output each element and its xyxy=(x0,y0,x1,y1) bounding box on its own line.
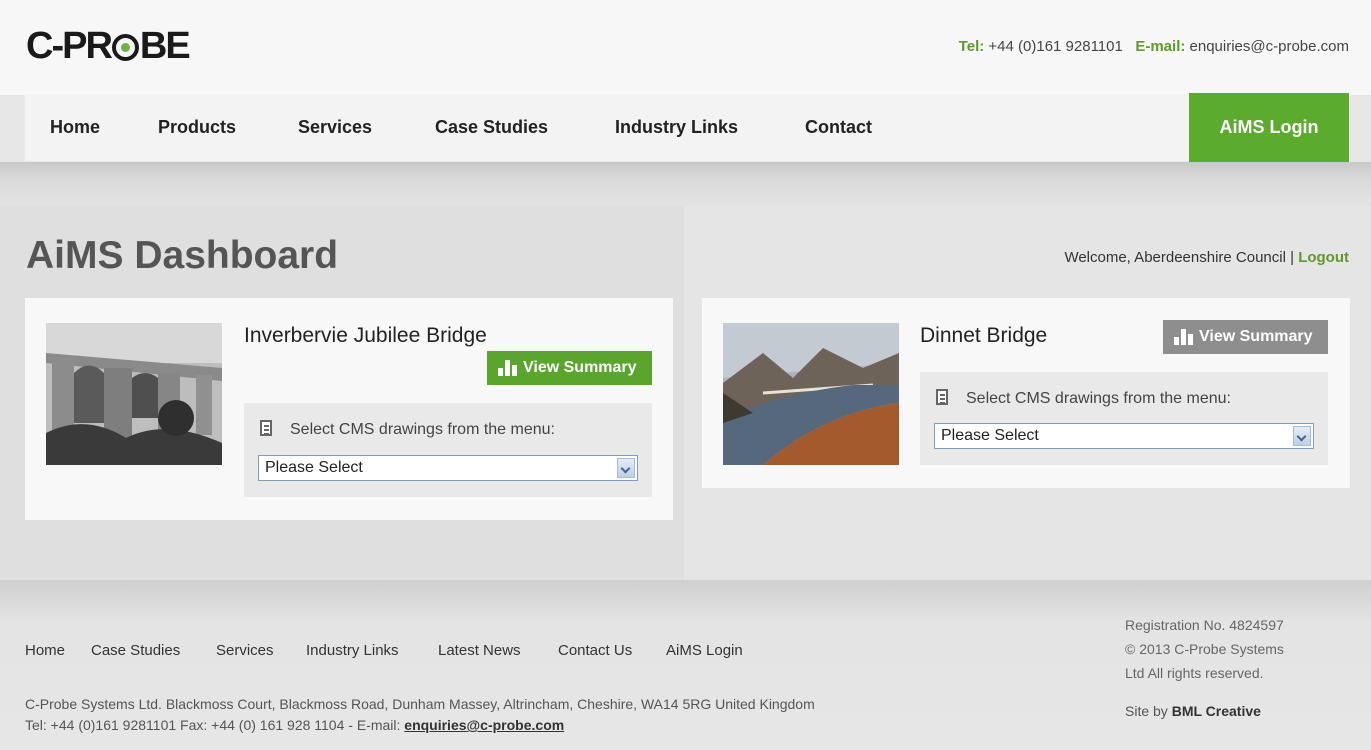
view-summary-button[interactable]: View Summary xyxy=(487,351,652,385)
site-by-name[interactable]: BML Creative xyxy=(1172,703,1261,719)
footer-link-industry-links[interactable]: Industry Links xyxy=(306,642,399,659)
tel-label: Tel: xyxy=(958,38,985,55)
nav-home[interactable]: Home xyxy=(50,94,100,161)
view-summary-label: View Summary xyxy=(1199,328,1313,345)
view-summary-button[interactable]: View Summary xyxy=(1163,320,1328,354)
tel-value: +44 (0)161 9281101 xyxy=(988,38,1123,55)
nav-case-studies[interactable]: Case Studies xyxy=(435,94,548,161)
view-summary-label: View Summary xyxy=(523,359,637,376)
rights-line: Ltd All rights reserved. xyxy=(1125,665,1264,681)
bridge-name: Dinnet Bridge xyxy=(920,324,1048,347)
cms-select-label: Select CMS drawings from the menu: xyxy=(966,390,1231,407)
aims-login-button[interactable]: AiMS Login xyxy=(1189,93,1349,162)
select-value: Please Select xyxy=(265,459,363,476)
cms-select-panel xyxy=(920,372,1328,465)
footer-link-latest-news[interactable]: Latest News xyxy=(438,642,521,659)
cms-select-panel xyxy=(244,403,652,497)
c-probe-logo[interactable]: C-PR BE xyxy=(26,24,191,68)
footer-email-link[interactable]: enquiries@c-probe.com xyxy=(404,717,564,733)
footer-tel-line: Tel: +44 (0)161 9281101 Fax: +44 (0) 161… xyxy=(25,717,564,733)
cms-drawings-select[interactable]: Please Select xyxy=(258,455,638,481)
cms-drawings-select[interactable]: Please Select xyxy=(934,423,1314,449)
document-icon xyxy=(260,420,272,436)
chevron-down-icon[interactable] xyxy=(617,458,635,478)
select-value: Please Select xyxy=(941,427,1039,444)
document-icon xyxy=(936,389,948,405)
footer-link-services[interactable]: Services xyxy=(216,642,274,659)
bridge-photo-dinnet xyxy=(723,323,899,465)
cms-select-label: Select CMS drawings from the menu: xyxy=(290,421,555,438)
copyright-line: © 2013 C-Probe Systems xyxy=(1125,641,1284,657)
site-by: Site by BML Creative xyxy=(1125,703,1261,719)
nav-services[interactable]: Services xyxy=(298,94,372,161)
footer-link-contact-us[interactable]: Contact Us xyxy=(558,642,632,659)
email-label: E-mail: xyxy=(1135,38,1186,55)
header-contact: Tel: +44 (0)161 9281101 E-mail: enquirie… xyxy=(959,38,1349,55)
bridge-name: Inverbervie Jubilee Bridge xyxy=(244,324,487,347)
footer-link-case-studies[interactable]: Case Studies xyxy=(91,642,180,659)
footer-tel-text: Tel: +44 (0)161 9281101 Fax: +44 (0) 161… xyxy=(25,717,401,733)
registration-line: Registration No. 4824597 xyxy=(1125,617,1284,633)
main-nav: Home Products Services Case Studies Indu… xyxy=(25,94,1350,161)
logout-link[interactable]: Logout xyxy=(1298,249,1349,266)
bar-chart-icon xyxy=(1174,329,1194,345)
welcome-message: Welcome, Aberdeenshire Council | xyxy=(1064,249,1295,266)
nav-shadow xyxy=(0,162,1371,206)
nav-contact[interactable]: Contact xyxy=(805,94,872,161)
nav-industry-links[interactable]: Industry Links xyxy=(615,94,738,161)
page-title: AiMS Dashboard xyxy=(26,234,339,277)
site-by-label: Site by xyxy=(1125,703,1168,719)
nav-products[interactable]: Products xyxy=(158,94,236,161)
footer-link-home[interactable]: Home xyxy=(25,642,65,659)
chevron-down-icon[interactable] xyxy=(1293,426,1311,446)
logo-o-icon xyxy=(111,34,139,61)
footer-address: C-Probe Systems Ltd. Blackmoss Court, Bl… xyxy=(25,696,815,712)
email-value[interactable]: enquiries@c-probe.com xyxy=(1190,38,1349,55)
welcome-text: Welcome, Aberdeenshire Council | Logout xyxy=(1064,249,1349,266)
bridge-photo-inverbervie xyxy=(46,323,222,465)
bar-chart-icon xyxy=(498,360,518,376)
footer-link-aims-login[interactable]: AiMS Login xyxy=(666,642,743,659)
